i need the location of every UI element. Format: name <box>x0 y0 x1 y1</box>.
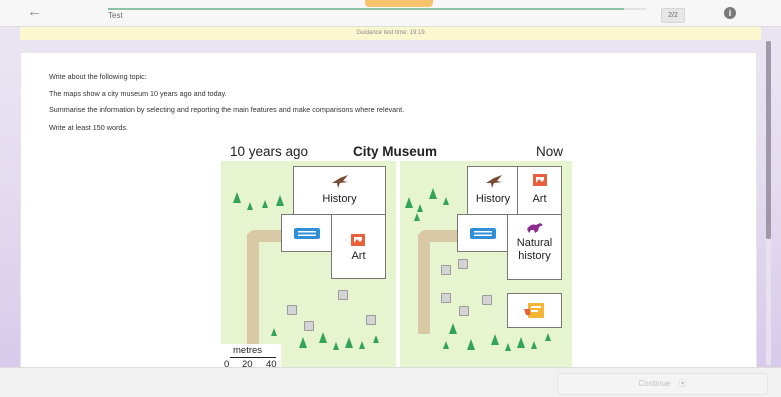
scale-label: metres <box>233 345 263 356</box>
tree-icon <box>333 342 339 350</box>
tree-icon <box>449 323 457 334</box>
tree-icon <box>276 195 284 206</box>
info-icon[interactable]: i <box>724 7 736 19</box>
scale-line <box>230 357 276 358</box>
tree-icon <box>531 341 537 349</box>
tree-icon <box>517 337 525 348</box>
stone-icon <box>441 293 451 303</box>
guidance-timer: Guidance test time: 19:19 <box>20 27 761 40</box>
orange-tab <box>365 0 433 7</box>
stone-icon <box>304 321 314 331</box>
now-art-building: Art <box>517 166 562 216</box>
tree-icon <box>405 197 413 208</box>
past-map-title: 10 years ago <box>230 144 309 159</box>
tree-icon <box>505 343 511 351</box>
now-map-title: Now <box>536 144 564 159</box>
map-divider <box>396 161 400 381</box>
tree-icon <box>443 341 449 349</box>
cafe-icon <box>524 303 544 318</box>
test-title: Test <box>108 11 123 20</box>
now-entrance-building <box>457 214 509 252</box>
natural-history-label-2: history <box>518 250 551 262</box>
stone-icon <box>459 306 469 316</box>
tree-icon <box>491 334 499 345</box>
tree-icon <box>359 341 365 349</box>
tree-icon <box>319 332 327 343</box>
tree-icon <box>373 335 379 343</box>
figure-header: 10 years ago City Museum Now <box>221 141 572 161</box>
continue-button[interactable]: Continue ⦿ <box>557 373 768 395</box>
tree-icon <box>345 337 353 348</box>
question-counter: 2/2 <box>661 8 685 23</box>
path <box>247 234 259 344</box>
now-cafe-building <box>507 293 562 328</box>
tree-icon <box>467 339 475 350</box>
progress-bar <box>108 8 646 10</box>
scrollbar[interactable] <box>766 41 771 365</box>
now-history-building: History <box>467 166 519 216</box>
pterodactyl-icon <box>332 175 348 188</box>
stone-icon <box>458 259 468 269</box>
art-label: Art <box>351 250 366 262</box>
pterodactyl-icon <box>486 175 502 188</box>
stone-icon <box>287 305 297 315</box>
continue-label: Continue <box>638 379 671 388</box>
ticket-icon <box>470 228 496 239</box>
tree-icon <box>545 333 551 341</box>
tree-icon <box>271 328 277 336</box>
stone-icon <box>441 265 451 275</box>
tree-icon <box>299 337 307 348</box>
tree-icon <box>247 202 253 210</box>
instruction-line: Summarise the information by selecting a… <box>49 105 405 114</box>
question-card: Write about the following topic: The map… <box>20 52 757 382</box>
back-arrow-icon[interactable]: ← <box>27 4 42 20</box>
path <box>418 234 430 334</box>
progress-fill <box>108 8 625 10</box>
past-art-building: Art <box>331 214 386 279</box>
history-label: History <box>475 193 511 205</box>
art-label: Art <box>532 193 547 205</box>
continue-arrow-icon: ⦿ <box>678 379 687 388</box>
stone-icon <box>366 315 376 325</box>
ticket-icon <box>294 228 320 239</box>
past-entrance-building <box>281 214 333 252</box>
painting-icon <box>533 174 547 186</box>
path <box>247 230 282 242</box>
bottom-bar: Continue ⦿ <box>0 367 781 397</box>
tree-icon <box>417 204 423 212</box>
stone-icon <box>482 295 492 305</box>
history-label: History <box>322 193 357 205</box>
instruction-line: The maps show a city museum 10 years ago… <box>49 89 227 98</box>
past-history-building: History <box>293 166 386 216</box>
scroll-thumb[interactable] <box>766 41 771 239</box>
natural-history-label-1: Natural <box>516 237 553 249</box>
tree-icon <box>443 197 449 205</box>
path <box>418 230 458 242</box>
instruction-line: Write at least 150 words. <box>49 123 128 132</box>
top-bar: ← Test 2/2 i <box>0 0 781 27</box>
figure-title: City Museum <box>353 144 438 159</box>
instruction-line: Write about the following topic: <box>49 72 147 81</box>
stone-icon <box>338 290 348 300</box>
tree-icon <box>414 213 420 221</box>
tree-icon <box>233 192 241 203</box>
museum-maps-figure: 10 years ago City Museum Now History Art <box>221 141 572 381</box>
tree-icon <box>262 200 268 208</box>
dinosaur-icon <box>527 223 543 233</box>
now-natural-history-building: Natural history <box>507 214 562 280</box>
tree-icon <box>429 188 437 199</box>
painting-icon <box>351 234 365 246</box>
